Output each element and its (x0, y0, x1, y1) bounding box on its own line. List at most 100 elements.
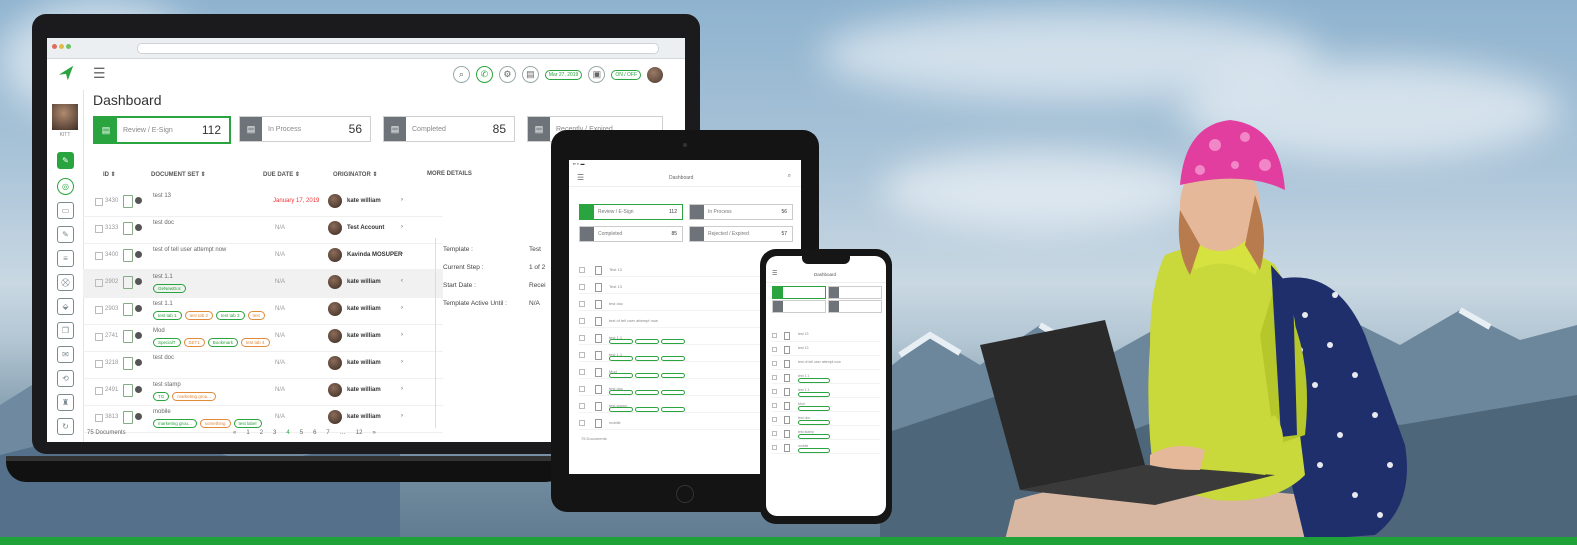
row-checkbox[interactable] (579, 386, 585, 392)
row-checkbox[interactable] (579, 318, 585, 324)
row-checkbox[interactable] (95, 306, 103, 314)
user-avatar[interactable] (647, 66, 663, 83)
list-item[interactable]: test 1.1 (579, 332, 769, 345)
info-icon[interactable] (135, 278, 142, 285)
document-name[interactable]: test 1.1 (153, 301, 173, 307)
row-checkbox[interactable] (579, 403, 585, 409)
list-item[interactable]: test of tell user attempt now (579, 315, 769, 328)
menu-icon[interactable]: ☰ (772, 270, 777, 277)
column-id[interactable]: ID ⇕ (103, 171, 116, 178)
row-checkbox[interactable] (95, 414, 103, 422)
menu-icon[interactable]: ☰ (577, 173, 584, 182)
card-rejected-expired[interactable]: Rejected / Expired 57 (689, 226, 793, 242)
list-item[interactable]: test doc (579, 383, 769, 396)
document-name[interactable]: test doc (153, 355, 174, 361)
info-icon[interactable] (135, 251, 142, 258)
row-expand-icon[interactable]: › (401, 251, 403, 257)
page-link[interactable]: 6 (313, 430, 316, 436)
folder-icon[interactable]: ▭ (57, 202, 74, 219)
org-chart-icon[interactable]: ♜ (57, 394, 74, 411)
table-row[interactable]: 3430 test 13 January 17, 2019 kate william › (83, 188, 443, 217)
card-review-esign[interactable]: Review / E-Sign 112 (579, 204, 683, 220)
card-in-process[interactable]: In Process 56 (689, 204, 793, 220)
info-icon[interactable] (135, 386, 142, 393)
row-expand-icon[interactable]: › (401, 305, 403, 311)
row-checkbox[interactable] (579, 335, 585, 341)
toggle-pill[interactable]: ON / OFF (611, 69, 641, 80)
stamp-icon[interactable]: ⬙ (57, 298, 74, 315)
row-checkbox[interactable] (95, 387, 103, 395)
page-link[interactable]: 1 (246, 430, 249, 436)
row-checkbox[interactable] (579, 267, 585, 273)
list-item[interactable]: test 1.1 (579, 349, 769, 362)
document-edit-icon[interactable]: ✎ (57, 226, 74, 243)
info-icon[interactable] (135, 224, 142, 231)
list-item[interactable]: test stamp (772, 428, 880, 440)
card-review-esign[interactable] (772, 286, 826, 299)
refresh-icon[interactable]: ↻ (57, 418, 74, 435)
row-checkbox[interactable] (772, 403, 777, 408)
row-checkbox[interactable] (95, 198, 103, 206)
list-item[interactable]: test stamp (579, 400, 769, 413)
list-item[interactable]: Test 13 (579, 281, 769, 294)
row-checkbox[interactable] (579, 301, 585, 307)
list-item[interactable]: Mod (579, 366, 769, 379)
card-completed[interactable]: Completed 85 (579, 226, 683, 242)
list-item[interactable]: Mod (772, 400, 880, 412)
dashboard-icon[interactable]: ◎ (57, 178, 74, 195)
row-expand-icon[interactable]: › (401, 224, 403, 230)
document-name[interactable]: test stamp (153, 382, 181, 388)
list-item[interactable]: mobile (772, 442, 880, 454)
table-row[interactable]: 2902 test 1.1 GeNewDoc N/A kate william ‹ (83, 269, 443, 298)
search-icon[interactable]: ⌕ (788, 173, 791, 180)
list-item[interactable]: test 1.1 (772, 386, 880, 398)
calendar-icon[interactable]: ▤ (521, 66, 539, 83)
megaphone-icon[interactable]: ✆ (475, 66, 493, 83)
document-list-icon[interactable]: ≡ (57, 250, 74, 267)
row-checkbox[interactable] (95, 279, 103, 287)
row-checkbox[interactable] (772, 333, 777, 338)
row-expand-icon[interactable]: › (401, 197, 403, 203)
row-checkbox[interactable] (95, 360, 103, 368)
list-item[interactable]: test 1.1 (772, 372, 880, 384)
info-icon[interactable] (135, 359, 142, 366)
maximize-window-dot[interactable] (66, 44, 71, 49)
table-row[interactable]: 3218 test doc N/A kate william › (83, 350, 443, 379)
search-icon[interactable]: ⌕ (452, 66, 470, 83)
row-expand-icon[interactable]: › (401, 359, 403, 365)
page-link[interactable]: 4 (286, 430, 289, 436)
row-checkbox[interactable] (95, 333, 103, 341)
toggle-icon[interactable]: ▣ (588, 66, 606, 83)
row-checkbox[interactable] (772, 417, 777, 422)
document-name[interactable]: Mod (153, 328, 165, 334)
info-icon[interactable] (135, 305, 142, 312)
files-icon[interactable]: ❐ (57, 322, 74, 339)
card-review-esign[interactable]: ▤ Review / E-Sign 112 (93, 116, 231, 144)
sidebar-avatar[interactable] (52, 104, 78, 130)
row-checkbox[interactable] (772, 375, 777, 380)
table-row[interactable]: 3133 test doc N/A Test Account › (83, 215, 443, 244)
row-checkbox[interactable] (579, 369, 585, 375)
row-expand-icon[interactable]: › (401, 386, 403, 392)
row-checkbox[interactable] (772, 361, 777, 366)
app-logo-icon[interactable] (57, 64, 75, 82)
page-link[interactable]: 5 (300, 430, 303, 436)
row-checkbox[interactable] (772, 389, 777, 394)
document-name[interactable]: mobile (153, 409, 171, 415)
list-item[interactable]: test doc (579, 298, 769, 311)
document-name[interactable]: test 13 (153, 193, 171, 199)
home-button[interactable] (676, 485, 694, 503)
table-row[interactable]: 3400 test of tell user attempt now N/A Kavi… (83, 242, 443, 271)
table-row[interactable]: 2741 Mod SpecialT SET1 Bookmark test tab 4 N/A… (83, 323, 443, 352)
row-checkbox[interactable] (772, 347, 777, 352)
list-item[interactable]: Test 13 (579, 264, 769, 277)
list-item[interactable]: test doc (772, 414, 880, 426)
column-originator[interactable]: ORIGINATOR ⇕ (333, 171, 377, 178)
cart-icon[interactable]: ⛒ (57, 274, 74, 291)
row-checkbox[interactable] (95, 225, 103, 233)
share-icon[interactable]: ⟲ (57, 370, 74, 387)
card-in-process[interactable]: ▤ In Process 56 (239, 116, 371, 142)
document-name[interactable]: test doc (153, 220, 174, 226)
info-icon[interactable] (135, 197, 142, 204)
column-due-date[interactable]: DUE DATE ⇕ (263, 171, 300, 178)
